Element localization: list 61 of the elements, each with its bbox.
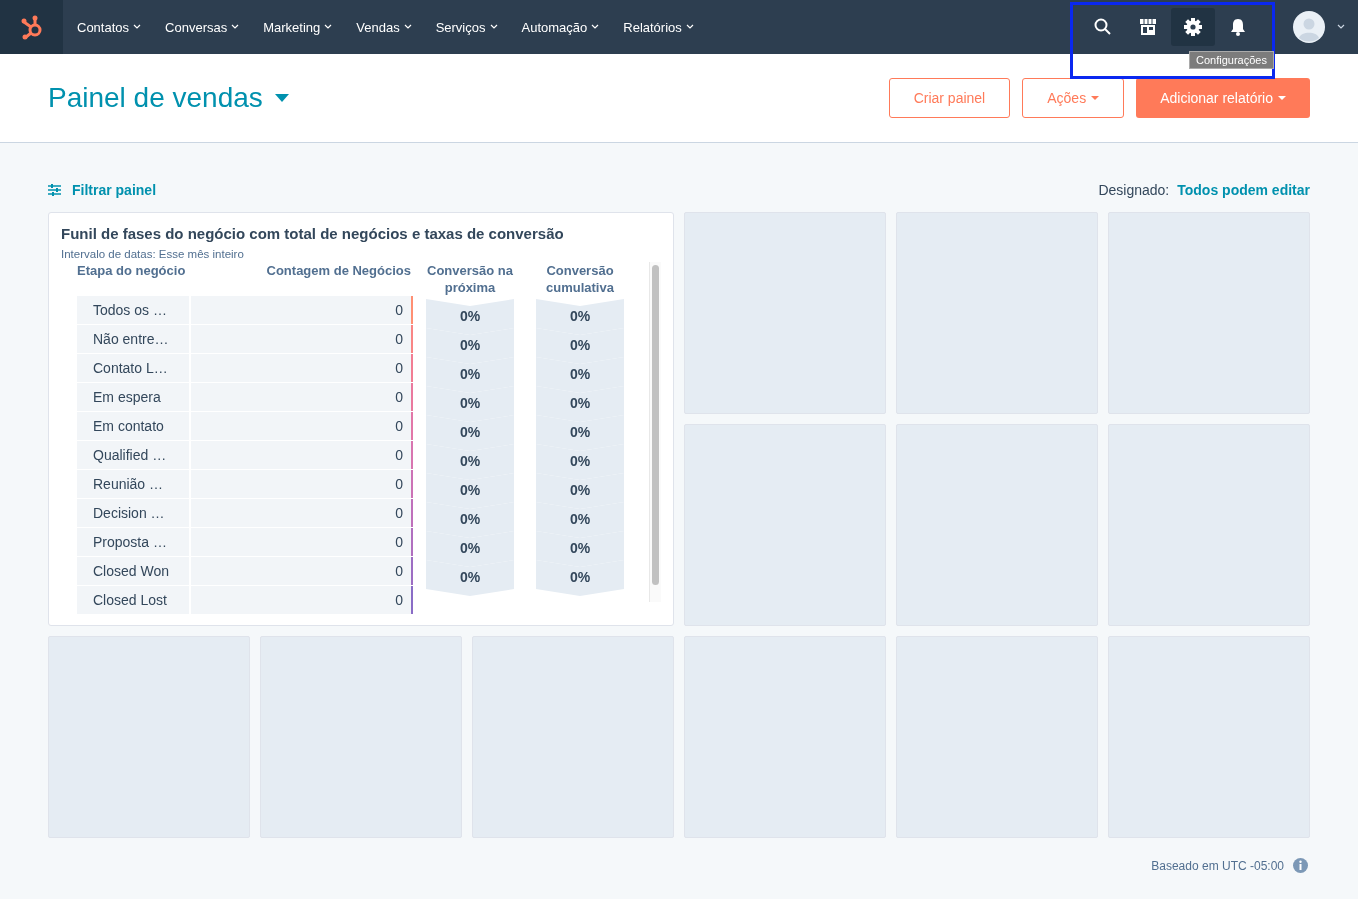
chevron-icon [489, 24, 498, 30]
chevron-icon [1337, 24, 1345, 30]
table-cell: Closed Won [77, 557, 189, 585]
table-cell: 0 [191, 354, 413, 382]
conversion-chevron: 0% [536, 560, 624, 596]
nav-menu[interactable]: Contatos [65, 0, 154, 54]
nav-menu[interactable]: Marketing [251, 0, 345, 54]
table-cell: 0 [191, 528, 413, 556]
logo-button[interactable] [0, 0, 63, 54]
search-icon [1094, 18, 1112, 36]
avatar-button[interactable] [1293, 11, 1325, 43]
chevron-icon [591, 24, 600, 30]
sliders-icon [48, 184, 61, 196]
scrollbar[interactable] [649, 262, 661, 602]
table-cell: Em contato [77, 412, 189, 440]
table-cell: 0 [191, 296, 413, 324]
report-subtitle: Intervalo de datas: Esse mês inteiro [61, 248, 245, 260]
table-cell: 0 [191, 383, 413, 411]
chevron-icon [133, 24, 142, 30]
bell-icon [1229, 18, 1247, 36]
timezone-note: Baseado em UTC -05:00 [1151, 858, 1284, 873]
table-cell: Qualified … [77, 441, 189, 469]
table-cell: Proposta … [77, 528, 189, 556]
table-cell: 0 [191, 557, 413, 585]
report-title: Funil de fases do negócio com total de negócios e taxas de conversão [61, 225, 565, 242]
table-cell: Não entre… [77, 325, 189, 353]
column-header: Etapa do negócio [77, 262, 187, 280]
nav-menu[interactable]: Conversas [153, 0, 252, 54]
tooltip: Configurações [1189, 51, 1274, 69]
nav-menu[interactable]: Relatórios [611, 0, 706, 54]
chevron-icon [403, 24, 412, 30]
dashboard-title: Painel de vendas [48, 82, 263, 114]
table-cell: 0 [191, 499, 413, 527]
chevron-icon [685, 24, 694, 30]
settings-icon [1184, 18, 1202, 36]
table-cell: Decision … [77, 499, 189, 527]
table-cell: Todos os … [77, 296, 189, 324]
assigned-label: Designado: [1098, 182, 1170, 198]
storefront-icon [1139, 18, 1157, 36]
scrollbar-thumb[interactable] [652, 265, 659, 585]
dropdown-caret-icon[interactable] [274, 94, 289, 102]
nav-menu[interactable]: Vendas [344, 0, 424, 54]
table-cell: Closed Lost [77, 586, 189, 614]
nav-menu[interactable]: Serviços [423, 0, 510, 54]
table-cell: 0 [191, 470, 413, 498]
table-cell: 0 [191, 412, 413, 440]
table-cell: 0 [191, 586, 413, 614]
avatar-icon [1293, 11, 1325, 43]
chevron-icon [231, 24, 240, 30]
table-cell: Em espera [77, 383, 189, 411]
conversion-chevron: 0% [426, 560, 514, 596]
column-header: Conversão na próxima [426, 262, 514, 297]
column-header: Contagem de Negócios [265, 262, 412, 280]
column-header: Conversão cumulativa [545, 262, 615, 297]
chevron-icon [324, 24, 333, 30]
table-cell: Contato L… [77, 354, 189, 382]
nav-menu[interactable]: Automação [509, 0, 612, 54]
info-icon [1293, 858, 1308, 873]
table-cell: 0 [191, 325, 413, 353]
table-cell: 0 [191, 441, 413, 469]
table-cell: Reunião … [77, 470, 189, 498]
